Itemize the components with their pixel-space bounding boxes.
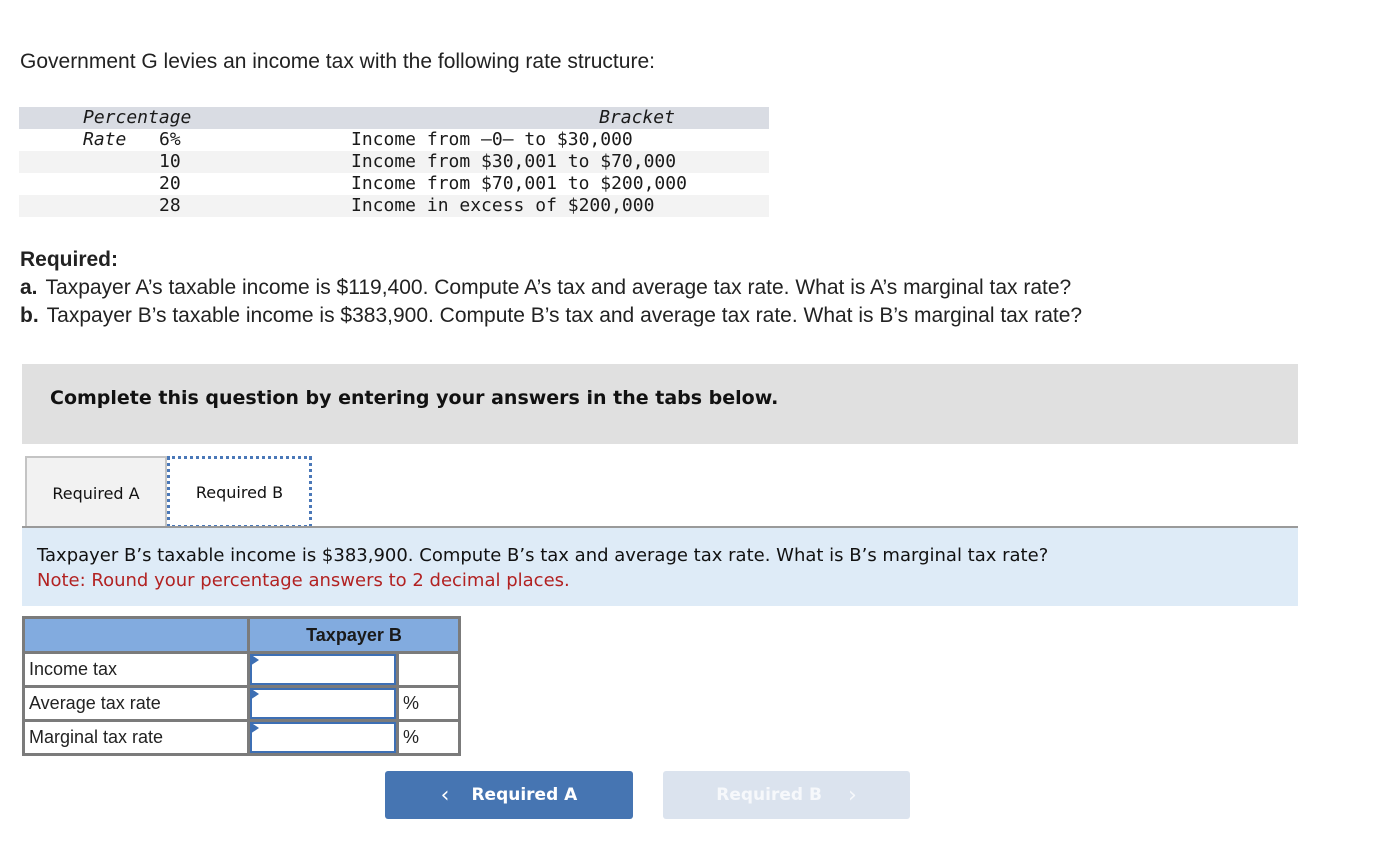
input-marker-icon (250, 688, 259, 700)
header-bracket: Bracket (599, 107, 675, 128)
unit-cell: % (396, 685, 461, 722)
input-cell (247, 685, 399, 722)
bracket-cell: Income from $30,001 to $70,000 (351, 151, 677, 172)
rate-cell: 28 (159, 195, 181, 216)
prev-button-label: Required A (471, 785, 578, 805)
rate-table-header: Percentage Rate Bracket (19, 107, 769, 150)
input-marker-icon (250, 722, 259, 734)
answer-row-income-tax: Income tax (22, 651, 461, 688)
tab-bar: Required A Required B (25, 456, 312, 528)
panel-note: Note: Round your percentage answers to 2… (37, 570, 570, 591)
row-label: Marginal tax rate (22, 719, 250, 756)
input-marker-icon (250, 654, 259, 666)
bracket-cell: Income from $70,001 to $200,000 (351, 173, 687, 194)
row-label: Income tax (22, 651, 250, 688)
header-blank (22, 616, 250, 654)
next-button-label: Required B (716, 785, 822, 805)
row-label: Average tax rate (22, 685, 250, 722)
item-text: Taxpayer B’s taxable income is $383,900.… (46, 304, 1083, 327)
unit-cell (396, 651, 461, 688)
answer-table-header: Taxpayer B (22, 616, 461, 654)
tab-required-b[interactable]: Required B (167, 456, 312, 528)
required-title: Required: (20, 248, 119, 271)
answer-table: Taxpayer B Income tax Average tax rate %… (22, 616, 461, 756)
answer-row-marginal-tax-rate: Marginal tax rate % (22, 719, 461, 756)
required-item-a: a. Taxpayer A’s taxable income is $119,4… (20, 274, 1082, 302)
answer-row-average-tax-rate: Average tax rate % (22, 685, 461, 722)
rate-table: Percentage Rate Bracket 6% Income from –… (19, 107, 769, 217)
required-item-b: b. Taxpayer B’s taxable income is $383,9… (20, 302, 1082, 330)
item-marker: a. (20, 276, 38, 299)
intro-text: Government G levies an income tax with t… (20, 50, 655, 73)
panel-question: Taxpayer B’s taxable income is $383,900.… (37, 545, 1049, 566)
rate-table-row: 20 Income from $70,001 to $200,000 (19, 173, 769, 195)
marginal-tax-rate-input[interactable] (250, 722, 396, 753)
bracket-cell: Income in excess of $200,000 (351, 195, 655, 216)
header-rate: Percentage Rate (83, 107, 192, 150)
required-section: Required: a. Taxpayer A’s taxable income… (20, 246, 1082, 330)
income-tax-input[interactable] (250, 654, 396, 685)
rate-table-row: 6% Income from –0– to $30,000 (19, 129, 769, 151)
rate-table-row: 10 Income from $30,001 to $70,000 (19, 151, 769, 173)
item-marker: b. (20, 304, 39, 327)
item-text: Taxpayer A’s taxable income is $119,400.… (45, 276, 1072, 299)
chevron-left-icon: ‹ (440, 782, 450, 808)
rate-cell: 20 (159, 173, 181, 194)
average-tax-rate-input[interactable] (250, 688, 396, 719)
rate-cell: 10 (159, 151, 181, 172)
instruction-banner: Complete this question by entering your … (22, 364, 1298, 444)
rate-cell: 6% (159, 129, 181, 150)
chevron-right-icon: › (847, 782, 857, 808)
input-cell (247, 719, 399, 756)
input-cell (247, 651, 399, 688)
question-panel: Taxpayer B’s taxable income is $383,900.… (22, 528, 1298, 606)
prev-required-a-button[interactable]: ‹ Required A (385, 771, 633, 819)
next-required-b-button[interactable]: Required B › (663, 771, 910, 819)
tab-required-a[interactable]: Required A (25, 456, 167, 528)
rate-table-row: 28 Income in excess of $200,000 (19, 195, 769, 217)
bracket-cell: Income from –0– to $30,000 (351, 129, 633, 150)
banner-text: Complete this question by entering your … (50, 387, 779, 409)
header-taxpayer-b: Taxpayer B (247, 616, 461, 654)
unit-cell: % (396, 719, 461, 756)
